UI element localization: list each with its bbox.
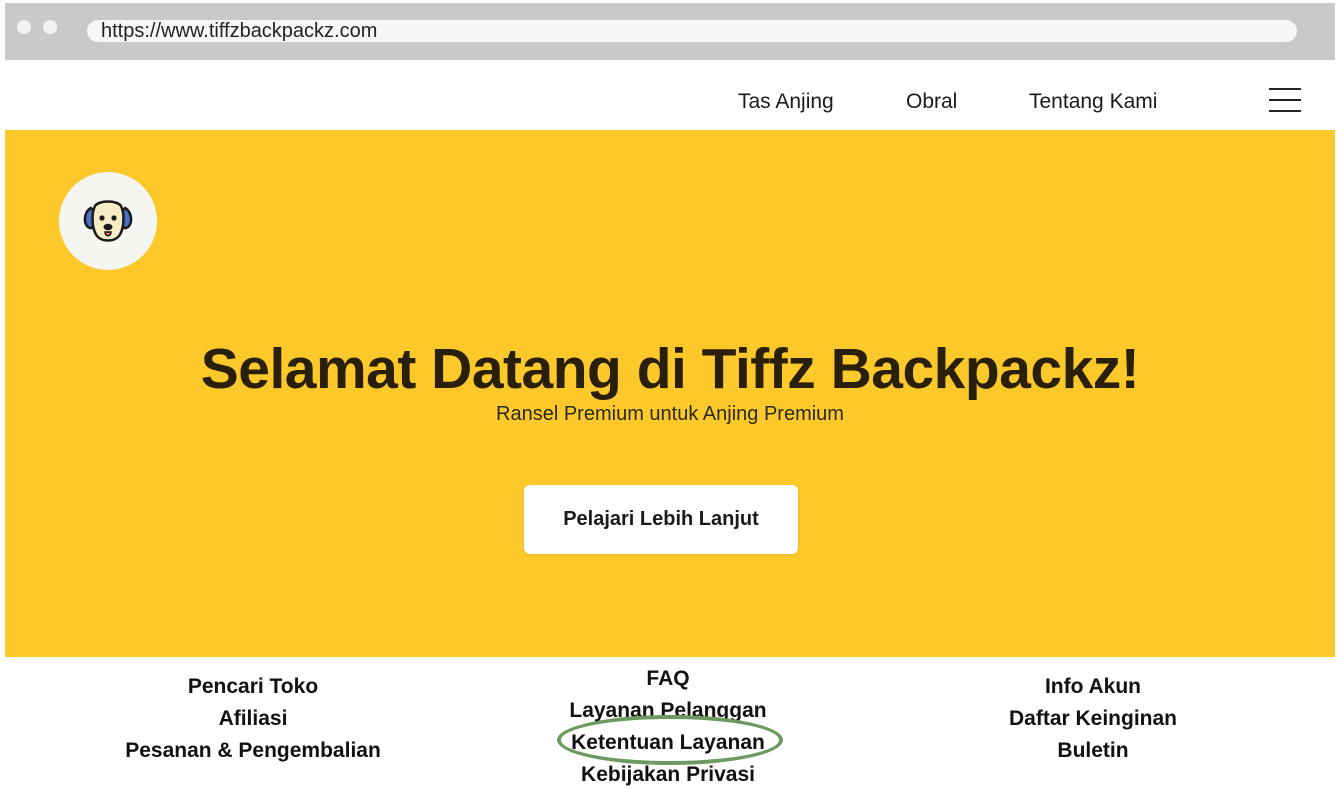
footer-link-orders-returns[interactable]: Pesanan & Pengembalian bbox=[103, 735, 403, 767]
footer-link-store-locator[interactable]: Pencari Toko bbox=[103, 671, 403, 703]
footer-link-account-info[interactable]: Info Akun bbox=[943, 671, 1243, 703]
learn-more-button[interactable]: Pelajari Lebih Lanjut bbox=[524, 485, 798, 554]
hamburger-menu-icon[interactable] bbox=[1269, 85, 1303, 115]
browser-window: https://www.tiffzbackpackz.com Tas Anjin… bbox=[5, 3, 1335, 798]
hero-subtitle: Ransel Premium untuk Anjing Premium bbox=[496, 403, 844, 425]
browser-chrome: https://www.tiffzbackpackz.com bbox=[5, 3, 1335, 60]
hero-title: Selamat Datang di Tiffz Backpackz! bbox=[200, 337, 1140, 401]
top-navigation: Tas Anjing Obral Tentang Kami bbox=[5, 60, 1335, 130]
footer-link-faq[interactable]: FAQ bbox=[518, 663, 818, 695]
footer-link-terms-of-service[interactable]: Ketentuan Layanan bbox=[518, 727, 818, 759]
footer-column-3: Info Akun Daftar Keinginan Buletin bbox=[943, 671, 1243, 767]
footer-column-1: Pencari Toko Afiliasi Pesanan & Pengemba… bbox=[103, 671, 403, 767]
nav-link-tentang-kami[interactable]: Tentang Kami bbox=[1029, 90, 1157, 114]
dog-face-icon bbox=[83, 200, 133, 242]
footer-link-newsletter[interactable]: Buletin bbox=[943, 735, 1243, 767]
address-bar[interactable]: https://www.tiffzbackpackz.com bbox=[87, 20, 1297, 42]
footer-column-2: FAQ Layanan Pelanggan Ketentuan Layanan … bbox=[518, 663, 818, 791]
hero-banner: Selamat Datang di Tiffz Backpackz! Ranse… bbox=[5, 130, 1335, 657]
footer-link-wishlist[interactable]: Daftar Keinginan bbox=[943, 703, 1243, 735]
footer-link-privacy-policy[interactable]: Kebijakan Privasi bbox=[518, 759, 818, 791]
nav-link-tas-anjing[interactable]: Tas Anjing bbox=[738, 90, 834, 114]
footer-link-customer-service[interactable]: Layanan Pelanggan bbox=[518, 695, 818, 727]
nav-link-obral[interactable]: Obral bbox=[906, 90, 957, 114]
site-logo[interactable] bbox=[59, 172, 157, 270]
footer-link-affiliates[interactable]: Afiliasi bbox=[103, 703, 403, 735]
footer-links: Pencari Toko Afiliasi Pesanan & Pengemba… bbox=[5, 657, 1335, 798]
window-control-dot[interactable] bbox=[43, 20, 57, 34]
window-control-dot[interactable] bbox=[17, 20, 31, 34]
